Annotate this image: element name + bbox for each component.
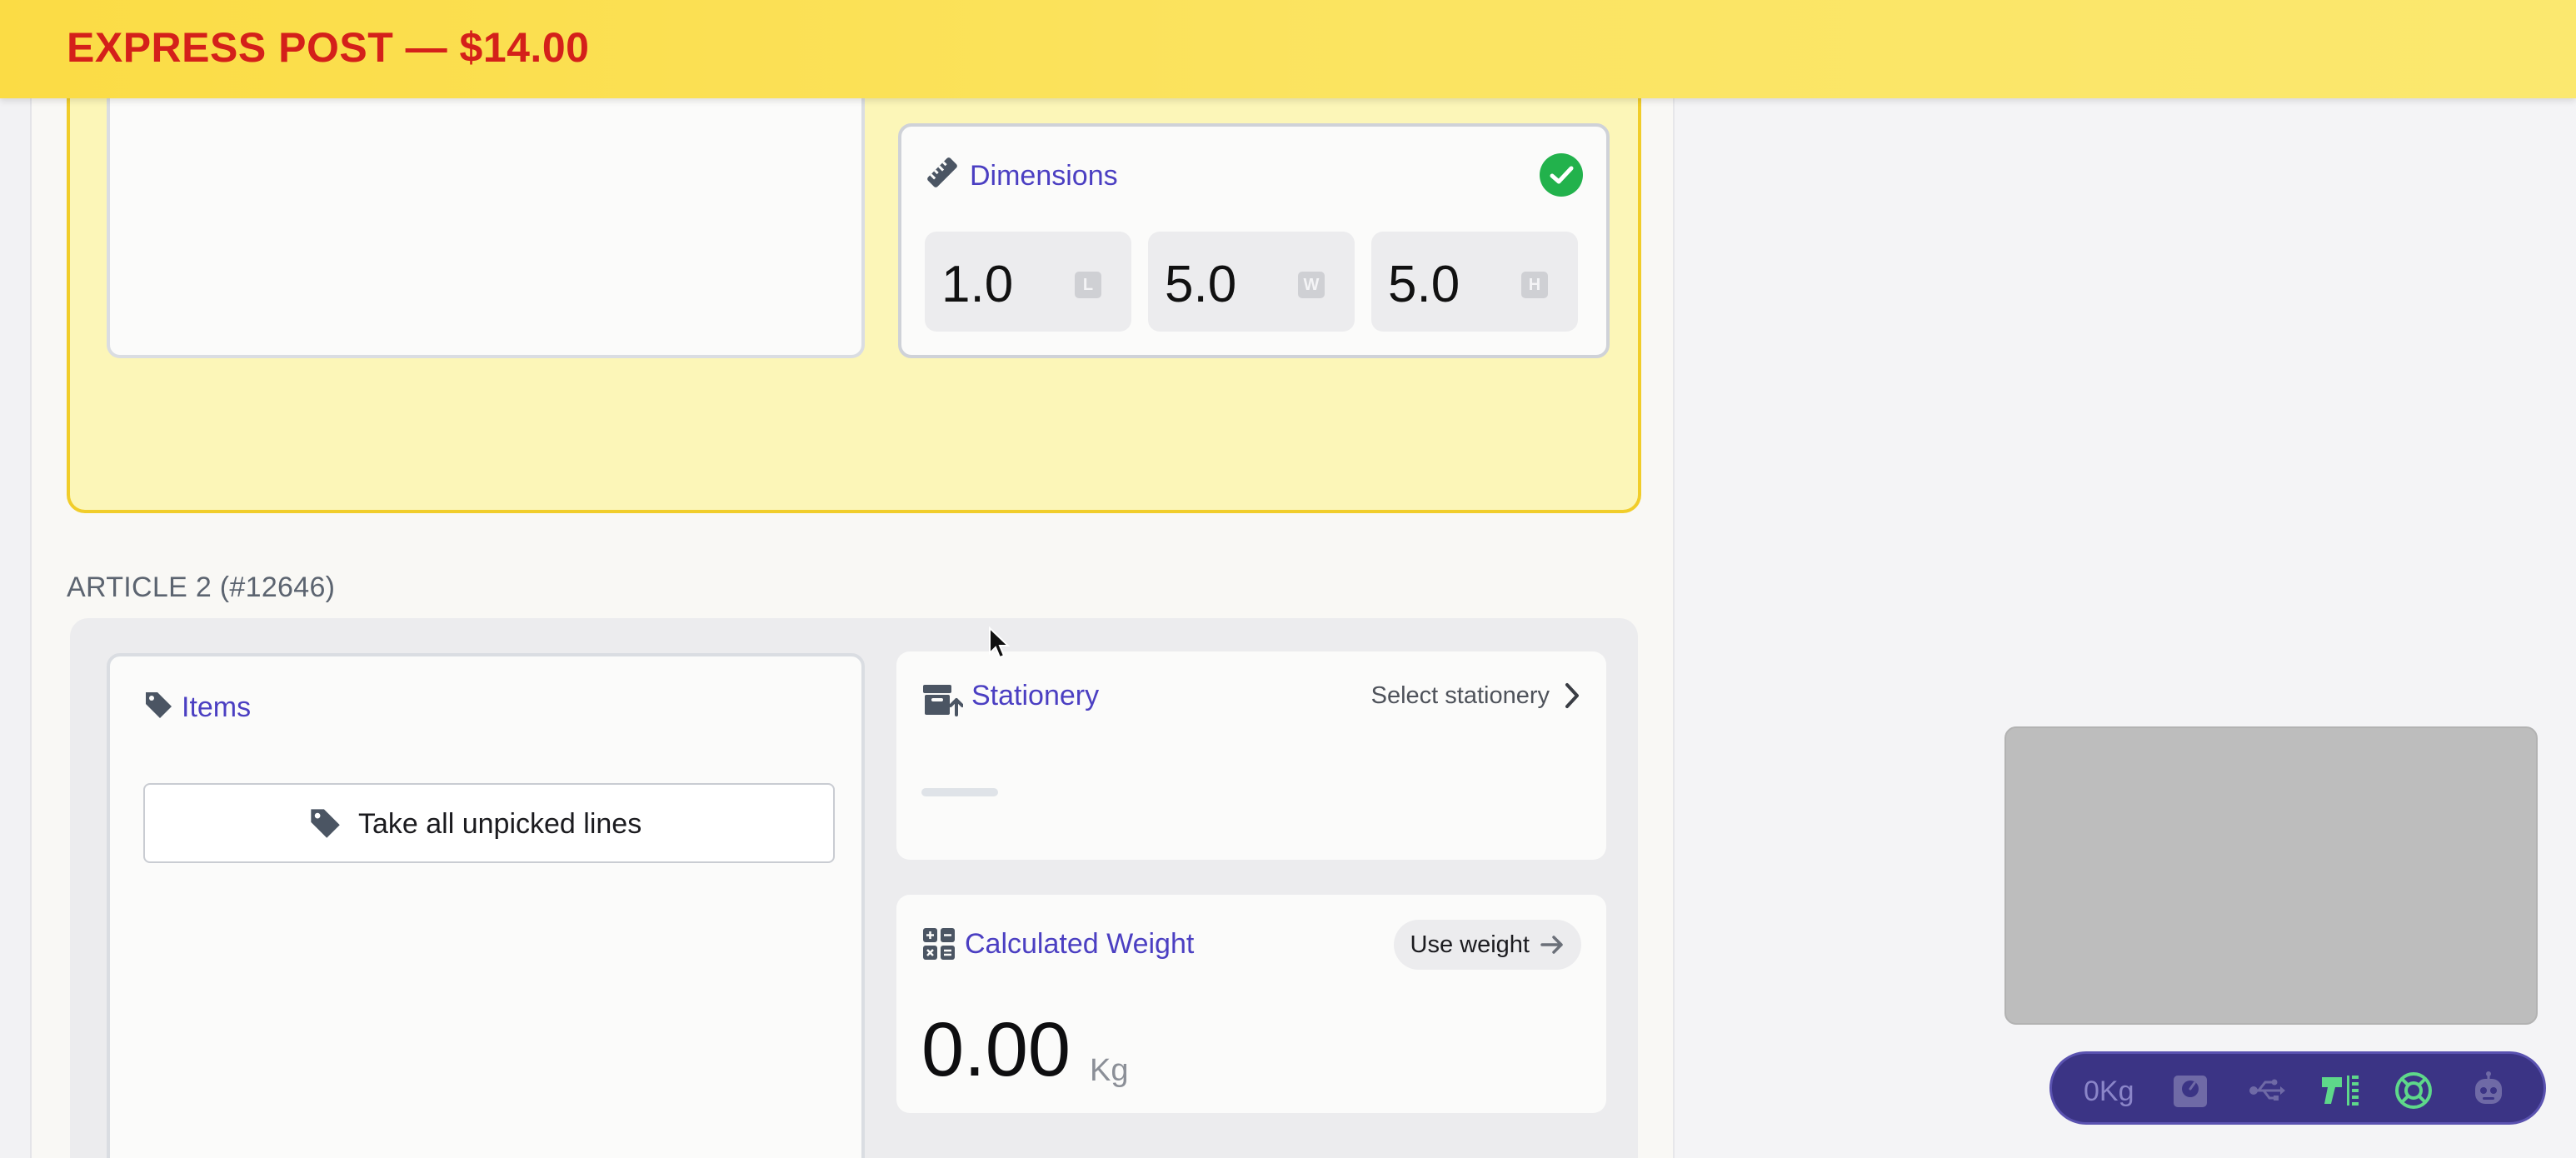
robot-icon[interactable] bbox=[2469, 1071, 2509, 1111]
select-stationery-label: Select stationery bbox=[1370, 681, 1550, 709]
length-value: 1.0 bbox=[941, 256, 1014, 313]
width-value: 5.0 bbox=[1165, 256, 1237, 313]
article-2-label: ARTICLE 2 (#12646) bbox=[67, 572, 336, 603]
width-input[interactable]: 5.0 W bbox=[1148, 232, 1355, 332]
dimensions-title: Dimensions bbox=[970, 160, 1118, 192]
calculated-weight-unit: Kg bbox=[1090, 1053, 1129, 1088]
barcode-scanner-icon[interactable] bbox=[2320, 1071, 2360, 1111]
main-content: Dimensions 1.0 L 5.0 W 5.0 H ARTICLE 2 (… bbox=[0, 0, 1675, 1158]
items-title: Items bbox=[182, 691, 252, 723]
calculator-icon bbox=[923, 928, 955, 960]
height-value: 5.0 bbox=[1388, 256, 1460, 313]
items-panel: Items Take all unpicked lines bbox=[107, 653, 865, 1158]
scale-icon[interactable] bbox=[2170, 1071, 2210, 1111]
calculated-weight-panel: Calculated Weight Use weight 0.00 Kg bbox=[896, 895, 1606, 1113]
mouse-cursor-icon bbox=[989, 626, 1010, 659]
length-badge: L bbox=[1075, 272, 1101, 298]
loading-placeholder bbox=[921, 788, 998, 796]
chevron-right-icon bbox=[1565, 683, 1579, 708]
select-stationery-button[interactable]: Select stationery bbox=[1371, 681, 1581, 710]
check-circle-icon bbox=[1540, 153, 1583, 197]
calculated-weight-title: Calculated Weight bbox=[965, 928, 1195, 960]
sidebar-edge bbox=[0, 0, 32, 1158]
tag-icon bbox=[146, 692, 172, 718]
use-weight-label: Use weight bbox=[1410, 931, 1530, 958]
arrow-right-icon bbox=[1540, 936, 1563, 954]
stationery-panel: Stationery Select stationery bbox=[896, 651, 1606, 860]
height-input[interactable]: 5.0 H bbox=[1371, 232, 1578, 332]
tag-icon bbox=[311, 809, 340, 838]
width-badge: W bbox=[1298, 272, 1325, 298]
scale-reading: 0Kg bbox=[2084, 1076, 2134, 1107]
length-input[interactable]: 1.0 L bbox=[925, 232, 1131, 332]
take-all-unpicked-label: Take all unpicked lines bbox=[358, 808, 642, 840]
box-upload-icon bbox=[923, 685, 963, 716]
take-all-unpicked-button[interactable]: Take all unpicked lines bbox=[143, 783, 835, 863]
article-1-card: Dimensions 1.0 L 5.0 W 5.0 H bbox=[67, 50, 1641, 513]
dimensions-panel: Dimensions 1.0 L 5.0 W 5.0 H bbox=[898, 123, 1610, 358]
camera-preview bbox=[2004, 726, 2538, 1025]
height-badge: H bbox=[1521, 272, 1548, 298]
lifebuoy-icon[interactable] bbox=[2394, 1071, 2434, 1111]
device-status-bar: 0Kg bbox=[2049, 1051, 2546, 1125]
use-weight-button[interactable]: Use weight bbox=[1393, 920, 1581, 970]
stationery-title: Stationery bbox=[971, 680, 1100, 711]
ruler-icon bbox=[927, 157, 957, 187]
usb-icon[interactable] bbox=[2247, 1071, 2287, 1111]
shipping-service-title: EXPRESS POST — $14.00 bbox=[67, 24, 590, 71]
calculated-weight-value: 0.00 bbox=[921, 1007, 1071, 1092]
shipping-header: EXPRESS POST — $14.00 bbox=[0, 0, 2576, 98]
article-2-card: Items Take all unpicked lines Stationery… bbox=[70, 618, 1638, 1158]
